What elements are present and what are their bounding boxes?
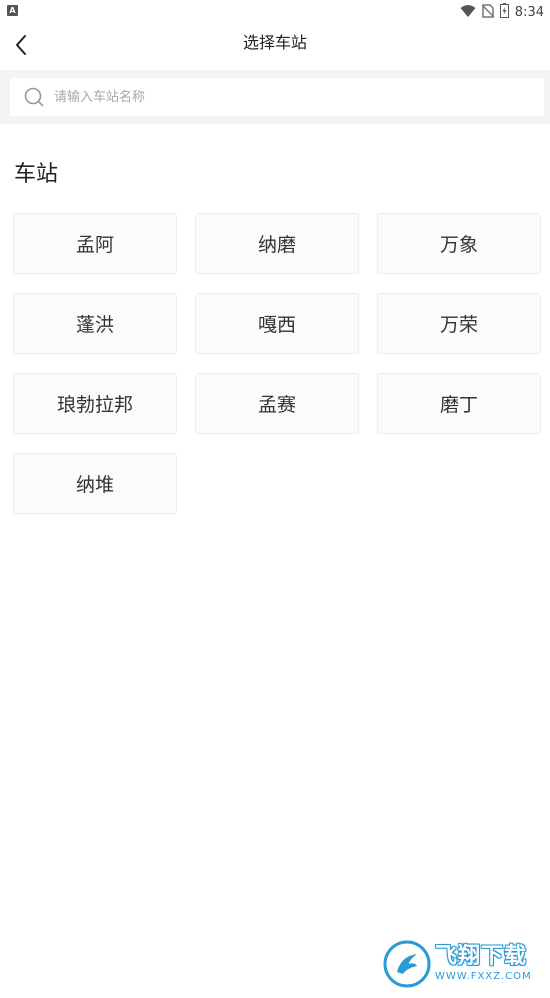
search-bar-container bbox=[0, 70, 550, 124]
station-button[interactable]: 纳磨 bbox=[195, 213, 359, 274]
page-title: 选择车站 bbox=[242, 33, 307, 52]
watermark: 飞翔下载 WWW.FXXZ.COM bbox=[383, 940, 539, 988]
top-app-bar: 选择车站 bbox=[0, 24, 550, 70]
station-button[interactable]: 嘎西 bbox=[195, 293, 359, 354]
watermark-text: 飞翔下载 WWW.FXXZ.COM bbox=[435, 944, 532, 984]
notification-app-icon: A bbox=[7, 5, 18, 16]
station-button[interactable]: 万荣 bbox=[377, 293, 541, 354]
station-button[interactable]: 万象 bbox=[377, 213, 541, 274]
section-title: 车站 bbox=[14, 162, 59, 187]
station-button[interactable]: 孟阿 bbox=[13, 213, 177, 274]
status-time: 8:34 bbox=[514, 4, 544, 20]
search-input[interactable] bbox=[52, 88, 496, 106]
status-bar: A 8:34 bbox=[0, 0, 550, 24]
station-button[interactable]: 纳堆 bbox=[13, 453, 177, 514]
status-icons: 8:34 bbox=[460, 0, 550, 24]
station-button[interactable]: 孟赛 bbox=[195, 373, 359, 434]
wifi-icon bbox=[460, 3, 476, 22]
station-button[interactable]: 琅勃拉邦 bbox=[13, 373, 177, 434]
station-button[interactable]: 蓬洪 bbox=[13, 293, 177, 354]
no-sim-icon bbox=[481, 3, 495, 22]
station-grid: 孟阿 纳磨 万象 蓬洪 嘎西 万荣 琅勃拉邦 孟赛 磨丁 纳堆 bbox=[13, 213, 542, 514]
watermark-url: WWW.FXXZ.COM bbox=[435, 971, 532, 982]
watermark-logo-icon bbox=[383, 940, 431, 988]
search-icon bbox=[24, 87, 44, 107]
watermark-brand: 飞翔下载 bbox=[435, 944, 528, 969]
station-button[interactable]: 磨丁 bbox=[377, 373, 541, 434]
search-box[interactable] bbox=[10, 78, 544, 116]
battery-icon bbox=[499, 2, 509, 22]
